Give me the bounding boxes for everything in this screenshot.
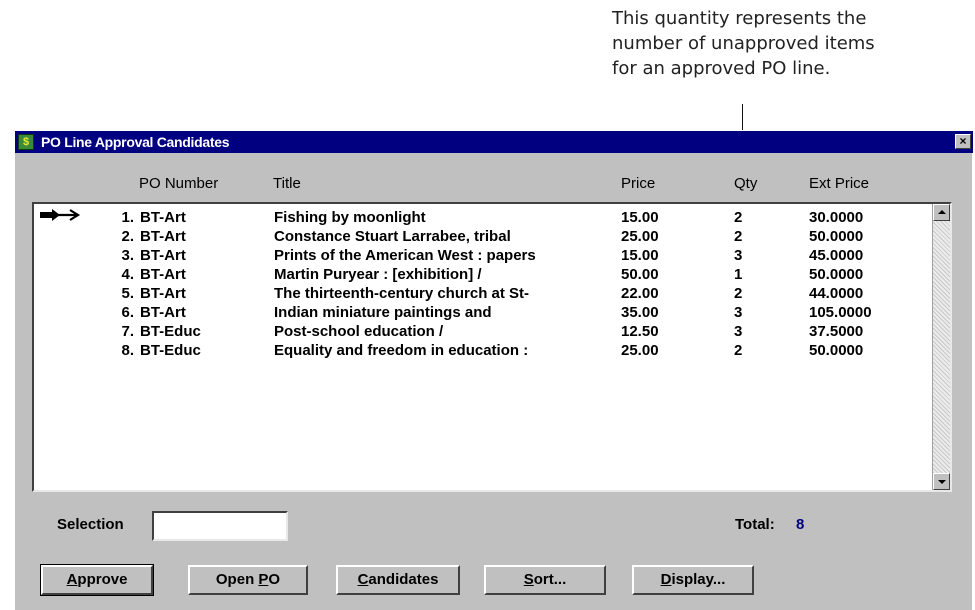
- table-row[interactable]: 7. BT-Educ Post-school education / 12.50 3 37…: [34, 322, 930, 341]
- row-ext-price: 50.0000: [809, 266, 864, 283]
- total-label: Total:: [735, 516, 775, 533]
- candidates-button[interactable]: Candidates: [336, 565, 460, 595]
- arrow-down-icon: [938, 480, 946, 484]
- table-row[interactable]: 6. BT-Art Indian miniature paintings and 35…: [34, 303, 930, 322]
- row-price: 35.00: [621, 304, 659, 321]
- row-title: Constance Stuart Larrabee, tribal: [274, 228, 511, 245]
- row-ext-price: 50.0000: [809, 342, 864, 359]
- table-row[interactable]: 1. BT-Art Fishing by moonlight 15.00 2 30.000…: [34, 208, 930, 227]
- sort-button[interactable]: Sort...: [484, 565, 606, 595]
- row-po-number: BT-Educ: [140, 342, 201, 359]
- close-icon: ×: [959, 134, 967, 148]
- row-po-number: BT-Art: [140, 304, 186, 321]
- row-po-number: BT-Art: [140, 209, 186, 226]
- row-qty: 2: [734, 228, 743, 245]
- callout-line-3: for an approved PO line.: [612, 58, 831, 79]
- callout-line-1: This quantity represents the: [612, 8, 867, 29]
- row-price: 12.50: [621, 323, 659, 340]
- column-header-qty: Qty: [734, 175, 758, 192]
- row-qty: 1: [734, 266, 743, 283]
- row-po-number: BT-Educ: [140, 323, 201, 340]
- title-bar[interactable]: $ PO Line Approval Candidates ×: [15, 131, 973, 153]
- row-title: Prints of the American West : papers: [274, 247, 536, 264]
- column-header-po-number: PO Number: [139, 175, 219, 192]
- row-price: 22.00: [621, 285, 659, 302]
- row-number: 5.: [121, 285, 134, 302]
- row-ext-price: 37.5000: [809, 323, 864, 340]
- approve-button[interactable]: Approve: [40, 564, 154, 596]
- candidates-list[interactable]: 1. BT-Art Fishing by moonlight 15.00 2 30.000…: [32, 202, 952, 492]
- row-number: 6.: [121, 304, 134, 321]
- selection-label: Selection: [57, 516, 124, 533]
- table-row[interactable]: 8. BT-Educ Equality and freedom in educati…: [34, 341, 930, 360]
- row-ext-price: 30.0000: [809, 209, 864, 226]
- row-price: 25.00: [621, 228, 659, 245]
- row-price: 15.00: [621, 247, 659, 264]
- app-icon[interactable]: $: [18, 134, 34, 150]
- row-ext-price: 50.0000: [809, 228, 864, 245]
- row-po-number: BT-Art: [140, 266, 186, 283]
- table-row[interactable]: 4. BT-Art Martin Puryear : [exhibition] / 5…: [34, 265, 930, 284]
- display-button[interactable]: Display...: [632, 565, 754, 595]
- row-price: 25.00: [621, 342, 659, 359]
- column-header-ext-price: Ext Price: [809, 175, 870, 192]
- row-price: 50.00: [621, 266, 659, 283]
- row-title: Indian miniature paintings and: [274, 304, 492, 321]
- row-number: 3.: [121, 247, 134, 264]
- row-ext-price: 44.0000: [809, 285, 864, 302]
- row-number: 8.: [121, 342, 134, 359]
- row-number: 4.: [121, 266, 134, 283]
- total-value: 8: [796, 516, 805, 533]
- table-row[interactable]: 2. BT-Art Constance Stuart Larrabee, triba…: [34, 227, 930, 246]
- open-po-button[interactable]: Open PO: [188, 565, 308, 595]
- row-po-number: BT-Art: [140, 228, 186, 245]
- row-qty: 2: [734, 342, 743, 359]
- column-header-title: Title: [273, 175, 301, 192]
- row-ext-price: 45.0000: [809, 247, 864, 264]
- arrow-up-icon: [938, 210, 946, 214]
- column-header-price: Price: [621, 175, 656, 192]
- row-ext-price: 105.0000: [809, 304, 872, 321]
- row-qty: 3: [734, 304, 743, 321]
- vertical-scrollbar[interactable]: [932, 204, 950, 490]
- window-title: PO Line Approval Candidates: [41, 134, 230, 150]
- scroll-up-button[interactable]: [933, 204, 950, 221]
- row-number: 7.: [121, 323, 134, 340]
- row-po-number: BT-Art: [140, 285, 186, 302]
- row-po-number: BT-Art: [140, 247, 186, 264]
- table-row[interactable]: 3. BT-Art Prints of the American West : pa…: [34, 246, 930, 265]
- row-title: Post-school education /: [274, 323, 444, 340]
- row-title: Equality and freedom in education :: [274, 342, 529, 359]
- table-row[interactable]: 5. BT-Art The thirteenth-century church at…: [34, 284, 930, 303]
- row-number: 2.: [121, 228, 134, 245]
- close-button[interactable]: ×: [955, 134, 971, 149]
- callout-annotation: This quantity represents the number of u…: [612, 6, 952, 81]
- selection-input[interactable]: [152, 511, 288, 541]
- row-qty: 2: [734, 209, 743, 226]
- row-qty: 3: [734, 247, 743, 264]
- row-qty: 2: [734, 285, 743, 302]
- scroll-down-button[interactable]: [933, 473, 950, 490]
- row-price: 15.00: [621, 209, 659, 226]
- row-number: 1.: [121, 209, 134, 226]
- callout-line-2: number of unapproved items: [612, 33, 875, 54]
- po-line-approval-window: $ PO Line Approval Candidates × PO Numbe…: [14, 130, 973, 610]
- row-title: Fishing by moonlight: [274, 209, 426, 226]
- row-title: The thirteenth-century church at St-: [274, 285, 530, 302]
- row-qty: 3: [734, 323, 743, 340]
- row-title: Martin Puryear : [exhibition] /: [274, 266, 482, 283]
